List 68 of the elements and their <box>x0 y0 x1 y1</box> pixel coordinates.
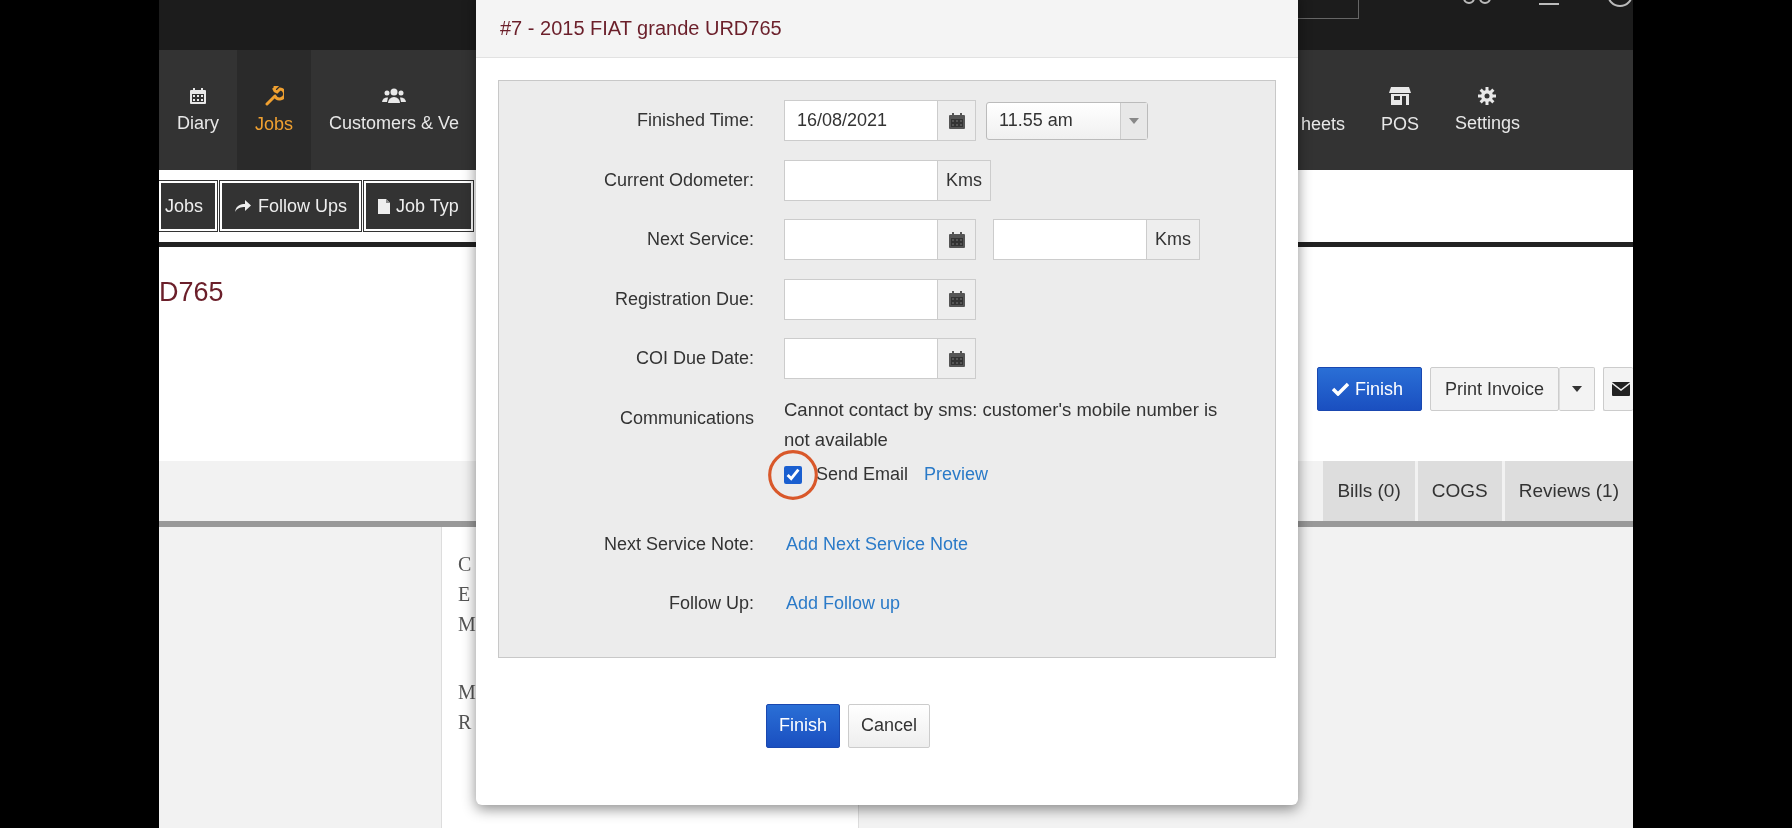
envelope-icon <box>1612 382 1630 396</box>
cancel-button[interactable]: Cancel <box>848 703 931 748</box>
unit-label: Kms <box>1146 219 1200 261</box>
send-email-checkbox[interactable] <box>784 465 802 484</box>
users-icon <box>382 86 407 105</box>
file-icon <box>378 198 391 214</box>
document-text: C <box>458 552 472 577</box>
email-button[interactable] <box>1603 367 1633 411</box>
calendar-button[interactable] <box>937 219 976 261</box>
nav-item[interactable]: POS <box>1362 50 1437 170</box>
caret-icon <box>1572 386 1582 392</box>
subnav-button[interactable]: Job Typ <box>364 181 473 231</box>
calendar-button[interactable] <box>937 100 976 142</box>
field-label: Next Service: <box>645 229 754 251</box>
finish-button[interactable]: Finish <box>766 703 840 748</box>
check-icon <box>1331 382 1349 396</box>
calendar-icon <box>947 290 966 309</box>
calendar-button[interactable] <box>937 278 976 320</box>
gear-icon <box>1478 86 1497 105</box>
nav-item[interactable]: Jobs <box>237 50 312 170</box>
tab[interactable]: COGS <box>1417 461 1502 521</box>
field-label: Current Odometer: <box>602 169 754 191</box>
nav-item[interactable]: Diary <box>159 50 237 170</box>
cursor-highlight-ring <box>767 448 819 501</box>
preview-link[interactable]: Preview <box>924 464 989 485</box>
add-link[interactable]: Add Follow up <box>786 593 901 615</box>
field-label: Finished Time: <box>635 110 754 132</box>
document-text: E <box>458 582 471 607</box>
tab[interactable]: Bills (0) <box>1323 461 1415 521</box>
job-title: D765 <box>159 277 224 309</box>
wrench-icon <box>264 85 285 106</box>
sms-warning-text: Cannot contact by sms: customer's mobile number is not available <box>784 397 1219 452</box>
calendar-icon <box>947 230 966 249</box>
field-label: Next Service Note: <box>602 533 754 555</box>
date-field[interactable]: 16/08/2021 <box>784 100 937 142</box>
date-field[interactable] <box>784 338 937 380</box>
date-field[interactable] <box>784 278 937 320</box>
document-text: M <box>458 680 476 705</box>
nav-item[interactable]: Settings <box>1436 50 1538 170</box>
field-label: Registration Due: <box>613 288 754 310</box>
odometer-field[interactable] <box>784 159 937 201</box>
calendar-button[interactable] <box>937 338 976 380</box>
add-link[interactable]: Add Next Service Note <box>786 533 969 555</box>
finish-button[interactable]: Finish <box>1316 367 1422 411</box>
dropdown-toggle[interactable] <box>1559 367 1595 411</box>
document-text: M <box>458 612 476 637</box>
unit-label: Kms <box>937 159 991 201</box>
document-text: R <box>458 710 472 735</box>
field-label: Follow Up: <box>667 593 754 615</box>
caret-icon <box>1129 117 1139 124</box>
distance-field[interactable] <box>993 219 1146 261</box>
checkbox-label: Send Email <box>816 464 909 485</box>
modal-title: #7 - 2015 FIAT grande URD765 <box>500 17 782 40</box>
date-field[interactable] <box>784 219 937 261</box>
field-label: COI Due Date: <box>634 348 754 370</box>
subnav-button[interactable]: Follow Ups <box>220 181 362 231</box>
field-label: Communications <box>618 406 754 430</box>
shop-icon <box>1388 85 1411 106</box>
subnav-button[interactable]: Jobs <box>159 181 218 231</box>
calendar-icon <box>947 349 966 368</box>
tab[interactable]: Reviews (1) <box>1504 461 1633 521</box>
share-arrow-icon <box>234 199 253 213</box>
nav-item[interactable]: heets <box>1296 50 1363 170</box>
calendar-icon <box>947 111 966 130</box>
print-invoice-button[interactable]: Print Invoice <box>1429 367 1559 411</box>
calendar-icon <box>189 86 207 105</box>
nav-item[interactable]: Customers & Ve <box>311 50 478 170</box>
time-select[interactable]: 11.55 am <box>986 101 1148 140</box>
